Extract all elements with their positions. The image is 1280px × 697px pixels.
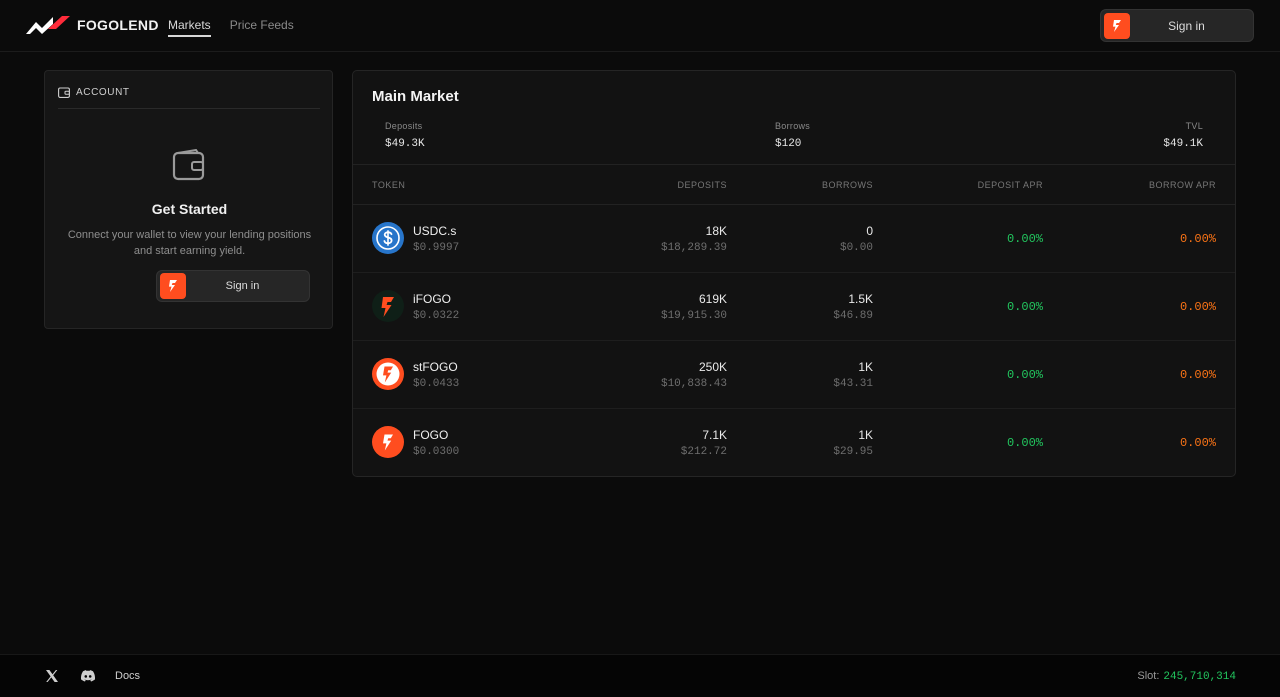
token-name: iFOGO [413,292,451,306]
deposits-cell: 7.1K $212.72 [681,428,727,458]
deposits-cell: 250K $10,838.43 [661,360,727,390]
footer: Docs Slot: 245,710,314 [0,654,1280,697]
borrows-cell: 1K $29.95 [833,428,873,458]
slot-value: 245,710,314 [1163,671,1236,683]
deposits-cell: 18K $18,289.39 [661,224,727,254]
slot-label: Slot: [1137,670,1160,682]
deposits-cell: 619K $19,915.30 [661,292,727,322]
table-row[interactable]: FOGO $0.0300 7.1K $212.72 1K $29.95 0.00% … [353,409,1235,477]
col-deposits[interactable]: DEPOSITS [677,180,727,190]
docs-link[interactable]: Docs [115,670,140,682]
fogo-badge-icon [1104,12,1130,39]
slot-indicator: Slot: 245,710,314 [1137,670,1236,683]
borrows-amount: 1K [858,360,873,374]
sign-in-label: Sign in [1168,18,1205,33]
deposit-apr: 0.00% [1006,368,1043,382]
borrows-amount: 1K [858,428,873,442]
token-name: FOGO [413,428,449,442]
token-name: stFOGO [413,360,458,374]
account-card: ACCOUNT Get Started Connect your wallet … [44,70,333,329]
table-header: TOKEN DEPOSITS BORROWS DEPOSIT APR BORRO… [353,164,1235,205]
borrow-apr: 0.00% [1179,232,1216,246]
account-heading: ACCOUNT [76,87,130,98]
main-market-panel: Main Market Deposits $49.3K Borrows $120… [352,70,1236,477]
borrow-apr: 0.00% [1179,436,1216,450]
header-sign-in-button[interactable]: Sign in [1100,9,1254,42]
ifogo-icon [372,290,404,322]
sign-in-label: Sign in [225,280,260,292]
nav-markets[interactable]: Markets [168,18,211,37]
stat-deposits: Deposits $49.3K [385,121,425,150]
borrows-usd: $0.00 [839,242,873,254]
stat-value: $49.3K [385,138,425,150]
deposits-amount: 619K [698,292,727,306]
token-price: $0.0322 [413,310,460,322]
market-title: Main Market [372,88,459,105]
borrows-cell: 1.5K $46.89 [833,292,873,322]
token-price: $0.0300 [413,446,460,458]
nav-price-feeds[interactable]: Price Feeds [230,18,294,37]
stat-label: Deposits [385,121,423,131]
top-bar: FOGOLEND Markets Price Feeds Sign in [0,0,1280,52]
borrows-amount: 1.5K [848,292,873,306]
brand-name: FOGOLEND [77,17,159,33]
borrow-apr: 0.00% [1179,300,1216,314]
stat-tvl: TVL $49.1K [1163,121,1203,150]
borrows-amount: 0 [866,224,873,238]
deposit-apr: 0.00% [1006,232,1043,246]
deposits-usd: $10,838.43 [660,378,727,390]
stat-label: Borrows [775,121,811,131]
stat-label: TVL [1185,121,1203,131]
fogolend-logo-icon [26,16,70,34]
table-row[interactable]: iFOGO $0.0322 619K $19,915.30 1.5K $46.89 … [353,273,1235,341]
wallet-icon [58,87,70,98]
stat-value: $120 [775,138,802,150]
deposit-apr: 0.00% [1006,300,1043,314]
col-borrows[interactable]: BORROWS [822,180,873,190]
borrows-usd: $43.31 [833,378,873,390]
card-sign-in-button[interactable]: Sign in [156,270,310,302]
main-nav: Markets Price Feeds [168,18,294,37]
token-name: USDC.s [413,224,457,238]
account-header: ACCOUNT [58,87,320,109]
token-price: $0.9997 [413,242,460,254]
stfogo-icon [372,358,404,390]
col-deposit-apr[interactable]: DEPOSIT APR [978,180,1043,190]
stat-borrows: Borrows $120 [775,121,810,150]
table-row[interactable]: USDC.s $0.9997 18K $18,289.39 0 $0.00 0.00… [353,205,1235,273]
wallet-large-icon [172,149,205,181]
brand-logo[interactable]: FOGOLEND [26,15,159,35]
deposit-apr: 0.00% [1006,436,1043,450]
discord-icon[interactable] [80,669,96,683]
get-started-title: Get Started [151,201,228,217]
borrows-cell: 0 $0.00 [840,224,873,254]
borrow-apr: 0.00% [1179,368,1216,382]
usdc-icon [372,222,404,254]
get-started-description: Connect your wallet to view your lending… [67,229,312,257]
col-borrow-apr[interactable]: BORROW APR [1149,180,1216,190]
borrows-usd: $46.89 [833,310,873,322]
table-row[interactable]: stFOGO $0.0433 250K $10,838.43 1K $43.31 0… [353,341,1235,409]
fogo-badge-icon [160,273,186,299]
borrows-usd: $29.95 [833,446,873,458]
borrows-cell: 1K $43.31 [833,360,873,390]
deposits-amount: 18K [705,224,727,238]
fogo-icon [372,426,404,458]
deposits-usd: $19,915.30 [660,310,727,322]
deposits-usd: $18,289.39 [660,242,727,254]
deposits-usd: $212.72 [680,446,727,458]
col-token[interactable]: TOKEN [372,180,405,190]
x-twitter-icon[interactable] [45,669,59,683]
deposits-amount: 250K [698,360,727,374]
deposits-amount: 7.1K [702,428,727,442]
token-price: $0.0433 [413,378,460,390]
stat-value: $49.1K [1163,138,1203,150]
